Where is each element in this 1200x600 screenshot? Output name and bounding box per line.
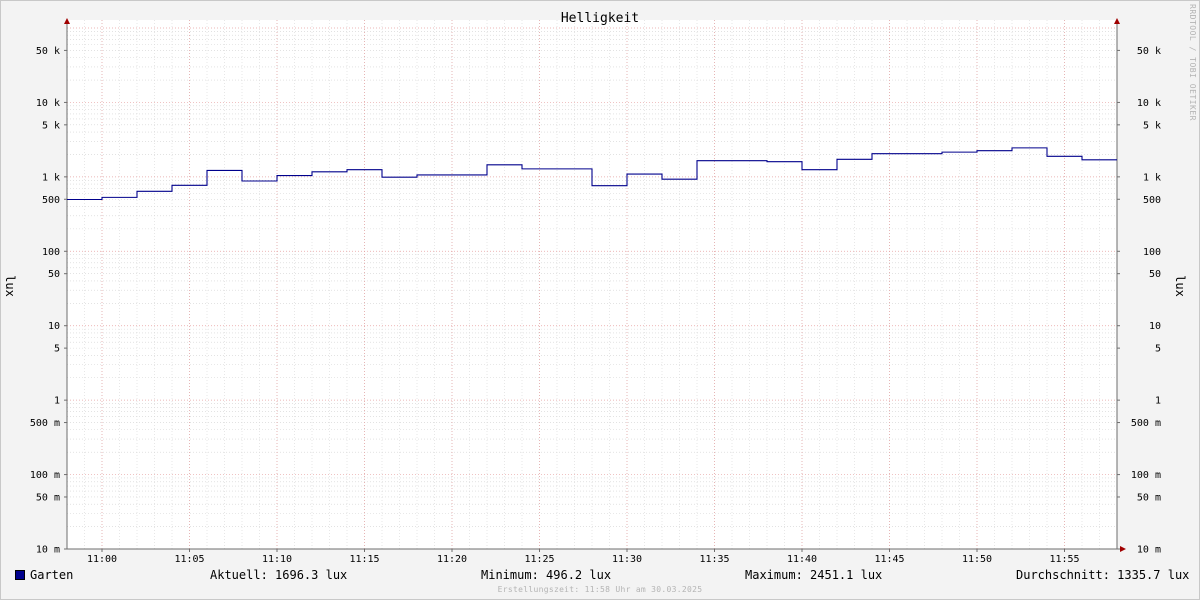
legend-minimum-value: Minimum: 496.2 lux: [481, 568, 612, 582]
y-axis-label-left: lux: [3, 275, 17, 297]
legend-average-value: Durchschnitt: 1335.7 lux: [1016, 568, 1190, 582]
x-tick-label: 11:50: [962, 554, 992, 565]
y-tick-label-left: 50 m: [36, 492, 60, 503]
legend-swatch-garten: [15, 570, 25, 580]
y-tick-label-left: 10: [48, 321, 60, 332]
y-tick-label-right: 100: [1143, 247, 1161, 258]
y-tick-label-left: 100 m: [30, 470, 60, 481]
y-tick-label-left: 50 k: [36, 46, 60, 57]
x-tick-label: 11:40: [787, 554, 817, 565]
y-tick-label-left: 5: [54, 344, 60, 355]
y-tick-label-right: 10 m: [1137, 545, 1161, 556]
x-tick-label: 11:05: [174, 554, 204, 565]
chart-plot: 50 k 50 k 10 k 10 k 5 k 5 k 1 k 1 k 500 500 100 100…: [30, 18, 1161, 565]
y-tick-label-right: 100 m: [1131, 470, 1161, 481]
y-tick-label-left: 1 k: [42, 172, 60, 183]
legend-current-value: Aktuell: 1696.3 lux: [210, 568, 348, 582]
chart-title: Helligkeit: [560, 11, 640, 26]
y-tick-label-right: 50 m: [1137, 492, 1161, 503]
y-tick-label-left: 100: [42, 247, 60, 258]
y-tick-label-right: 1: [1155, 396, 1161, 407]
x-tick-label: 11:25: [524, 554, 554, 565]
legend-maximum-value: Maximum: 2451.1 lux: [745, 568, 883, 582]
x-axis-arrow: [1120, 546, 1126, 552]
y-tick-label-left: 5 k: [42, 120, 60, 131]
y-tick-label-left: 500 m: [30, 418, 60, 429]
y-tick-label-right: 1 k: [1143, 172, 1161, 183]
x-tick-label: 11:00: [87, 554, 117, 565]
y-tick-label-left: 1: [54, 396, 60, 407]
x-tick-label: 11:20: [437, 554, 467, 565]
y-tick-label-left: 10 k: [36, 98, 60, 109]
y-axis-label-right: lux: [1173, 275, 1187, 297]
x-tick-label: 11:30: [612, 554, 642, 565]
y-tick-label-right: 500 m: [1131, 418, 1161, 429]
x-tick-label: 11:55: [1049, 554, 1079, 565]
chart-panel: 50 k 50 k 10 k 10 k 5 k 5 k 1 k 1 k 500 500 100 100…: [0, 0, 1200, 600]
y-tick-label-left: 10 m: [36, 545, 60, 556]
x-tick-label: 11:35: [699, 554, 729, 565]
y-tick-label-right: 10 k: [1137, 98, 1161, 109]
y-tick-label-right: 50: [1149, 269, 1161, 280]
y-tick-label-right: 5: [1155, 344, 1161, 355]
x-tick-label: 11:45: [874, 554, 904, 565]
x-tick-label: 11:15: [349, 554, 379, 565]
legend-series-name: Garten: [30, 568, 74, 582]
y-tick-label-right: 10: [1149, 321, 1161, 332]
y-tick-label-right: 5 k: [1143, 120, 1161, 131]
y-tick-label-right: 50 k: [1137, 46, 1161, 57]
y-tick-label-right: 500: [1143, 195, 1161, 206]
y-tick-label-left: 500: [42, 195, 60, 206]
rrdtool-watermark: RRDTOOL / TOBI OETIKER: [1188, 4, 1197, 121]
creation-timestamp: Erstellungszeit: 11:58 Uhr am 30.03.2025: [497, 585, 703, 594]
x-tick-label: 11:10: [262, 554, 292, 565]
y-tick-label-left: 50: [48, 269, 60, 280]
